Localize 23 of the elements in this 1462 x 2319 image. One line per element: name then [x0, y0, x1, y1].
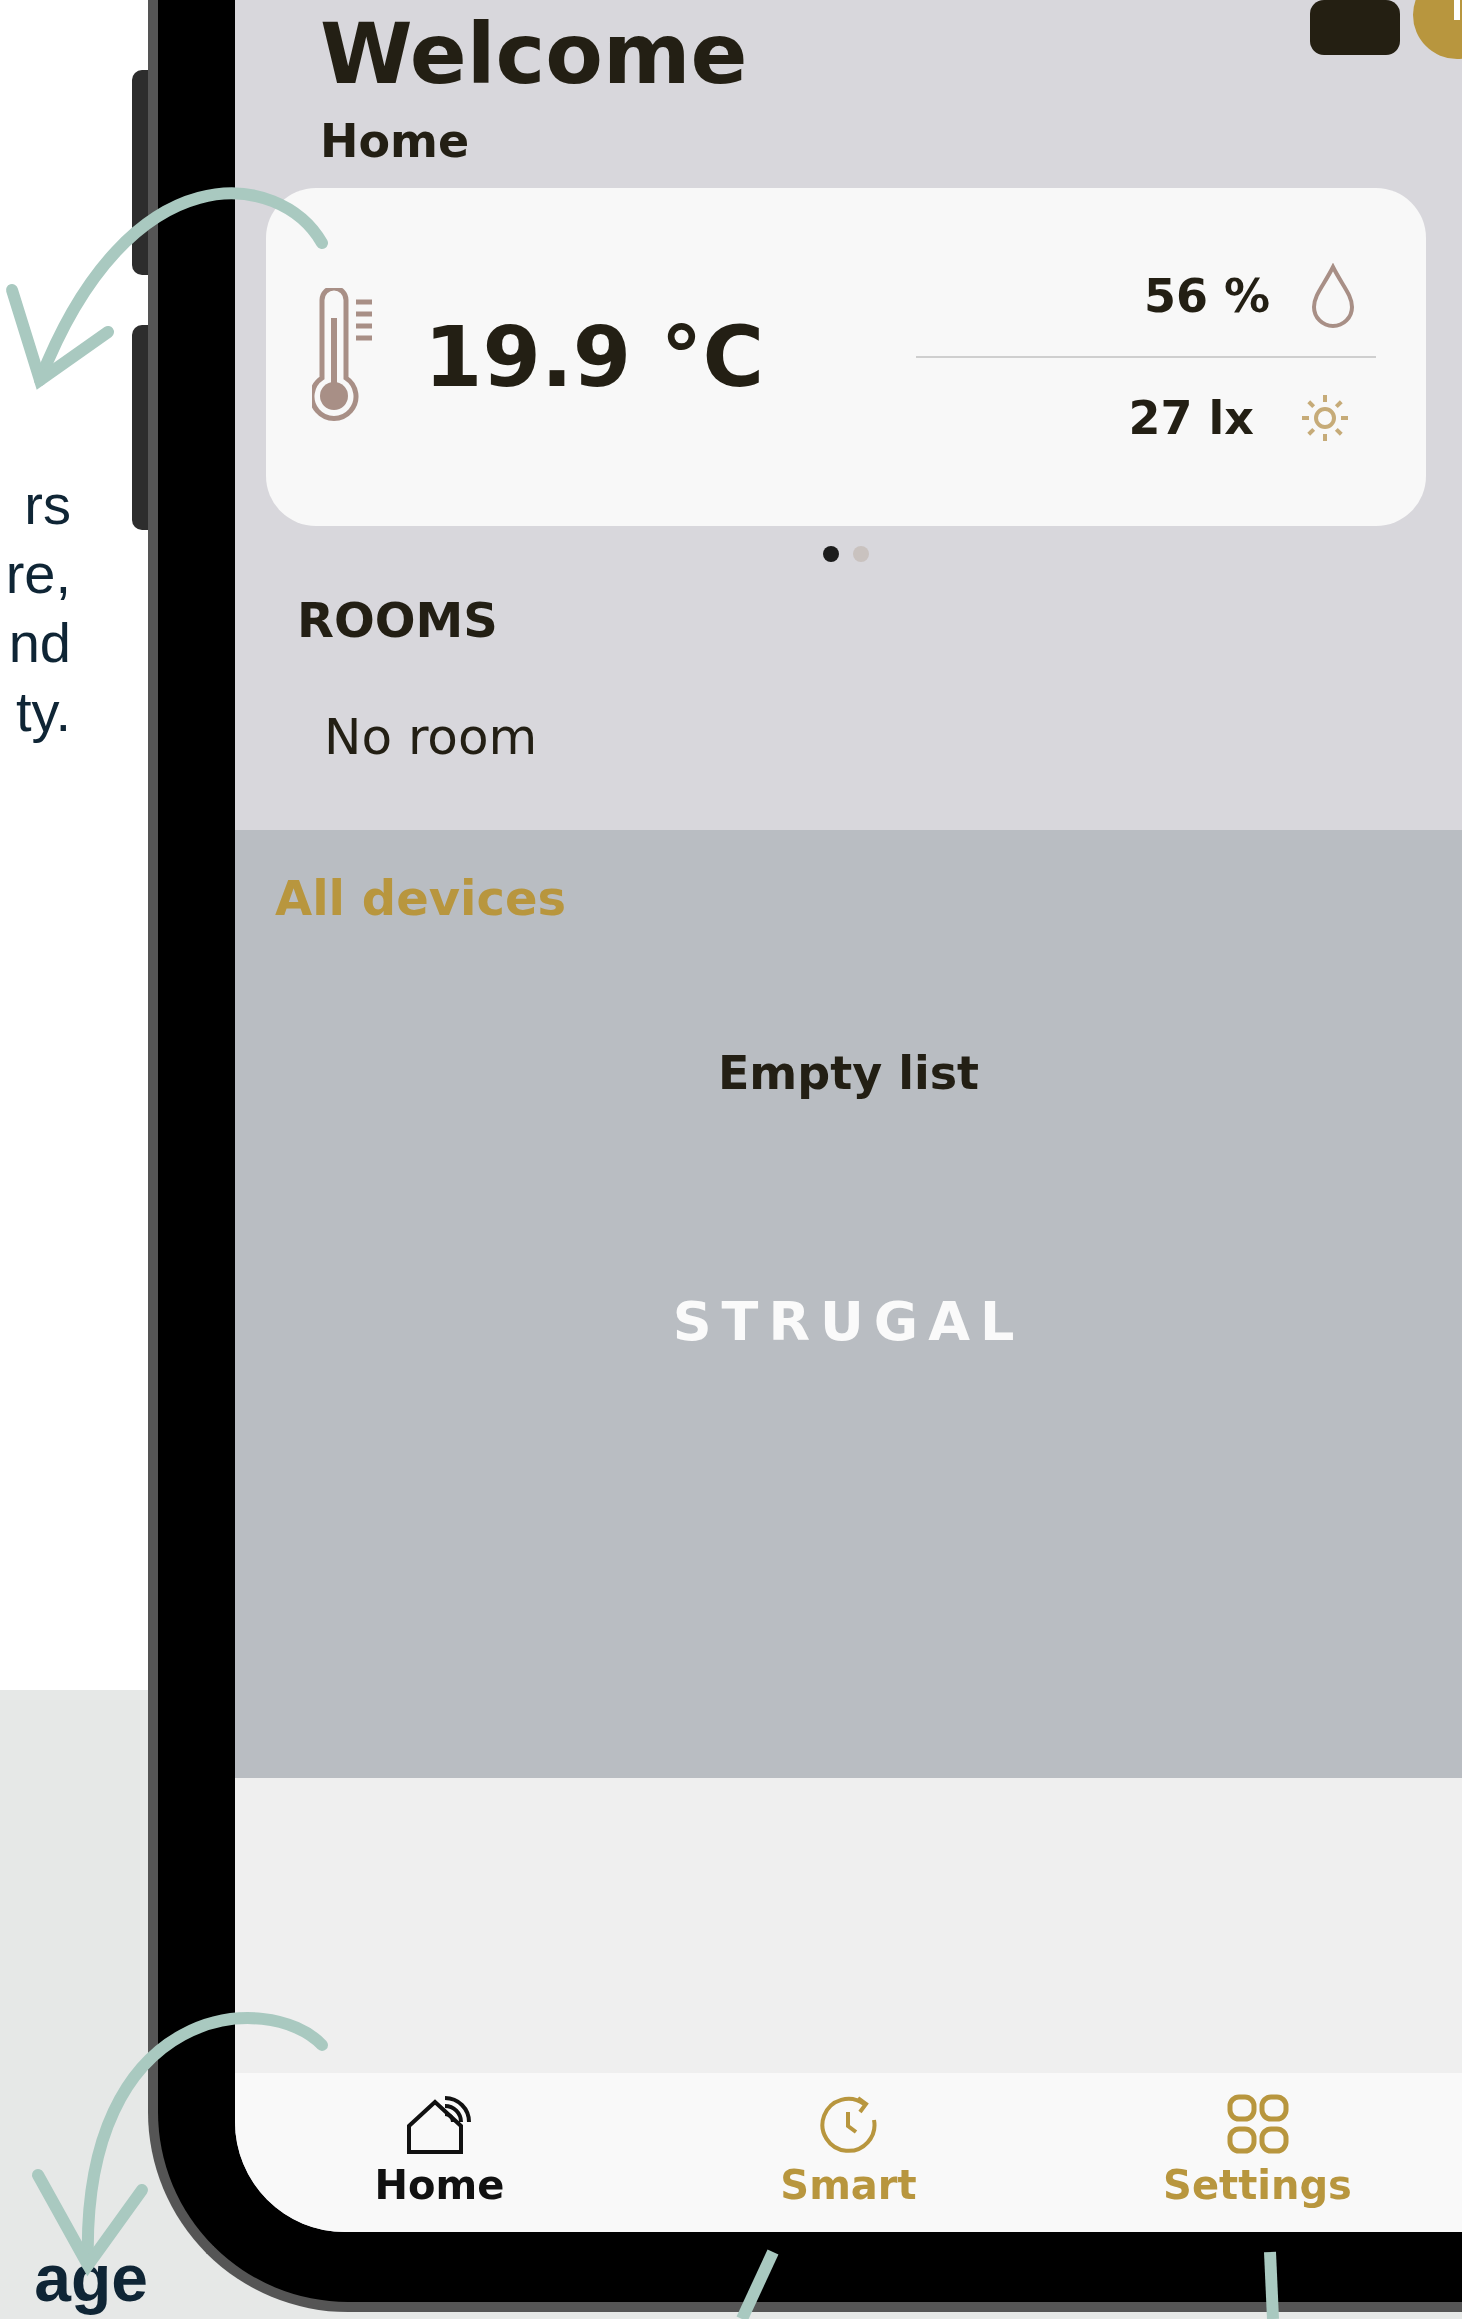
- nav-tab[interactable]: Smart: [644, 2093, 1053, 2210]
- light-value: 27 lx: [1128, 391, 1254, 446]
- nav-tab[interactable]: Settings: [1053, 2093, 1462, 2210]
- carousel-dot[interactable]: [823, 546, 839, 563]
- grid-icon: [1226, 2094, 1289, 2157]
- caption-text: re,: [5, 541, 71, 607]
- location-label: Home: [320, 114, 471, 169]
- temperature-value: 19.9 °C: [424, 308, 766, 407]
- device-icon: [1310, 0, 1400, 55]
- brand-logo: STRUGAL: [672, 1290, 1025, 1354]
- water-drop-icon: [1310, 263, 1356, 330]
- humidity-value: 56 %: [1143, 269, 1270, 324]
- empty-list-text: Empty list: [717, 1046, 980, 1101]
- empty-rooms-text: No room: [324, 708, 539, 767]
- welcome-title: Welcome: [320, 8, 748, 101]
- rooms-heading: ROOMS: [297, 592, 499, 649]
- caption-text: ty.: [16, 679, 71, 745]
- caption-heading: age: [34, 2242, 148, 2315]
- caption-text: nd: [8, 610, 71, 676]
- devices-heading: All devices: [275, 870, 567, 927]
- caption-text: rs: [24, 472, 71, 538]
- carousel-dot[interactable]: [853, 546, 869, 563]
- nav-tab[interactable]: Home: [235, 2093, 644, 2210]
